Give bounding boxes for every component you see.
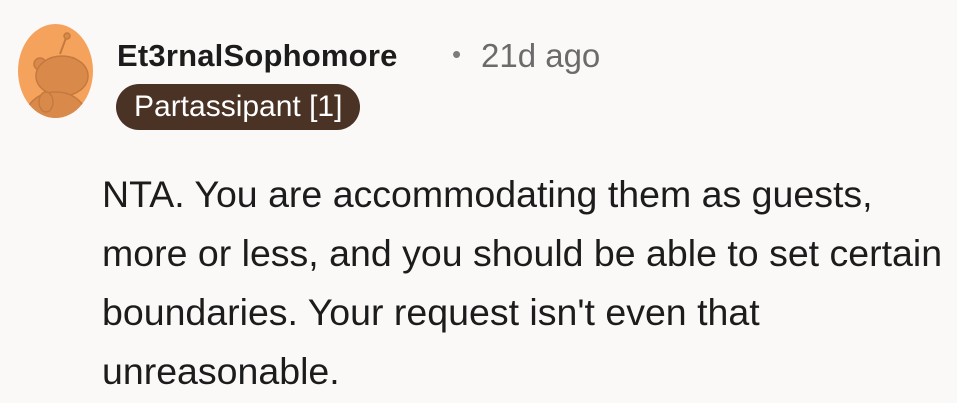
user-flair-badge: Partassipant [1] [116,84,361,130]
snoo-avatar-icon [18,24,93,118]
comment-timestamp[interactable]: 21d ago [481,37,600,75]
comment-body: NTA. You are accommodating them as guest… [102,173,943,392]
comment-author[interactable]: Et3rnalSophomore [117,38,398,74]
comment: Et3rnalSophomore • 21d ago Partassipant … [0,0,957,403]
user-avatar[interactable] [18,24,93,118]
meta-separator: • [452,39,462,69]
